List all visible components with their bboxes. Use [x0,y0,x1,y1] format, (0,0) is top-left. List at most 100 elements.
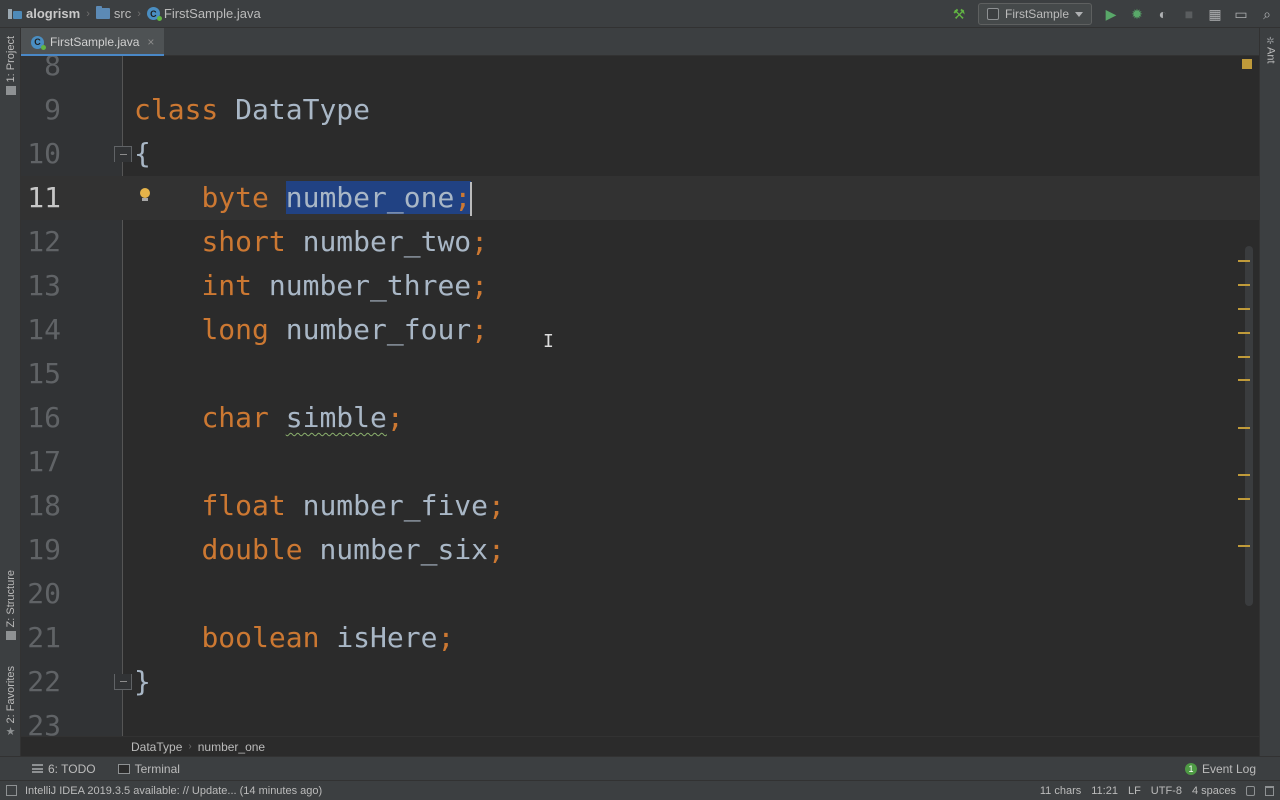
tool-tab-ant[interactable]: ✲ Ant [1260,36,1280,64]
error-stripe-marker[interactable] [1238,284,1250,286]
code-identifier: number_three [268,269,472,302]
code-keyword: short [201,225,286,258]
todo-button[interactable]: 6: TODO [32,762,96,776]
project-structure-icon[interactable]: ▦ [1202,1,1228,27]
tab-label: FirstSample.java [50,35,140,49]
editor-breadcrumb: DataType › number_one [21,736,1259,756]
vertical-scrollbar[interactable] [1245,246,1253,606]
terminal-icon [117,763,130,774]
code-line: 23 [21,704,1259,736]
folder-icon [95,6,110,19]
nav-separator-icon: › [86,7,90,20]
navigation-bar: alogrism › src › C FirstSample.java ⚒ Fi… [0,0,1280,28]
error-stripe-marker[interactable] [1238,474,1250,476]
error-stripe-marker[interactable] [1238,356,1250,358]
code-text: } [134,665,151,698]
tool-tab-structure-label: Z: Structure [4,570,17,628]
nav-separator-icon: › [137,7,141,20]
nav-crumb-project[interactable]: alogrism [8,6,80,21]
line-number: 14 [27,313,61,346]
code-semicolon: ; [488,489,505,522]
todo-label: 6: TODO [48,761,96,776]
event-log-icon: 1 [1184,762,1197,775]
code-identifier: isHere [336,621,438,654]
ant-icon: ✲ [1266,36,1275,47]
code-line: 18 float number_five; [21,484,1259,528]
error-stripe-marker[interactable] [1238,498,1250,500]
line-number: 21 [27,621,61,654]
code-text: class DataType [134,88,370,132]
run-icon[interactable]: ▶ [1098,1,1124,27]
breadcrumb-class[interactable]: DataType [131,740,182,754]
build-hammer-icon[interactable]: ⚒ [946,1,972,27]
fold-collapse-icon[interactable] [114,146,132,162]
code-line: 20 [21,572,1259,616]
nav-breadcrumbs: alogrism › src › C FirstSample.java [0,0,261,27]
nav-crumb-folder[interactable]: src [95,6,131,21]
code-text: { [134,137,151,170]
status-right: 11 chars 11:21 LF UTF-8 4 spaces [1040,785,1274,797]
error-stripe-marker[interactable] [1238,427,1250,429]
layout-icon[interactable]: ▭ [1228,1,1254,27]
run-configuration-label: FirstSample [1004,7,1069,21]
code-keyword: byte [201,181,269,214]
code-keyword: boolean [201,621,320,654]
code-semicolon: ; [471,269,489,302]
structure-icon [5,631,16,641]
project-folder-icon [5,86,16,96]
line-number: 20 [27,577,61,610]
tool-tab-project[interactable]: 1: Project [0,36,21,96]
java-class-icon: C [146,7,162,21]
text-caret [470,182,473,216]
tool-tab-project-label: 1: Project [4,36,17,83]
code-text: short number_two; [134,220,488,264]
breadcrumb-separator-icon: › [188,741,192,752]
error-stripe-marker[interactable] [1238,308,1250,310]
code-text: boolean isHere; [134,616,454,660]
coverage-icon[interactable]: ◐ [1150,1,1176,27]
status-indent[interactable]: 4 spaces [1192,785,1236,797]
code-identifier: number_one [285,181,455,214]
breadcrumb-member[interactable]: number_one [198,740,265,754]
stop-icon[interactable]: ■ [1176,1,1202,27]
event-log-button[interactable]: 1 Event Log [1184,762,1256,776]
code-editor[interactable]: 8 9 class DataType 10 { 11 byte number_o… [21,56,1259,736]
left-tool-strip: 1: Project Z: Structure 2: Favorites ★ [0,28,21,756]
toggle-tool-windows-icon[interactable] [6,785,17,796]
code-line: 9 class DataType [21,88,1259,132]
nav-crumb-file-label: FirstSample.java [163,6,261,21]
line-number: 17 [27,445,61,478]
tool-tab-favorites[interactable]: 2: Favorites ★ [0,666,21,738]
line-number: 10 [27,137,61,170]
search-icon[interactable]: ⌕ [1254,1,1280,27]
status-line-separator[interactable]: LF [1128,785,1141,797]
close-icon[interactable]: × [147,35,154,49]
status-caret-position[interactable]: 11:21 [1091,785,1118,797]
run-configuration-select[interactable]: FirstSample [977,3,1092,25]
lock-icon[interactable] [1246,785,1255,796]
memory-indicator-icon[interactable] [1265,785,1274,796]
code-line: 22 } [21,660,1259,704]
code-text: byte number_one; [134,176,473,220]
error-stripe-marker[interactable] [1238,545,1250,547]
line-number: 22 [27,665,61,698]
code-keyword: char [201,401,269,434]
tool-tab-structure[interactable]: Z: Structure [0,570,21,641]
status-encoding[interactable]: UTF-8 [1151,785,1182,797]
terminal-button[interactable]: Terminal [117,762,180,776]
fold-expand-icon[interactable] [114,674,132,690]
line-number: 19 [27,533,61,566]
error-stripe-marker[interactable] [1238,332,1250,334]
status-left: IntelliJ IDEA 2019.3.5 available: // Upd… [0,785,322,797]
debug-icon[interactable]: ✹ [1124,1,1150,27]
tab-firstsample-java[interactable]: C FirstSample.java × [21,28,165,57]
line-number: 23 [27,709,61,736]
inspection-warning-icon[interactable] [1242,59,1252,69]
error-stripe-marker[interactable] [1238,379,1250,381]
code-semicolon: ; [488,533,505,566]
status-message[interactable]: IntelliJ IDEA 2019.3.5 available: // Upd… [25,785,322,797]
error-stripe-marker[interactable] [1238,260,1250,262]
nav-crumb-file[interactable]: C FirstSample.java [146,6,261,21]
code-keyword: class [134,93,219,126]
code-identifier: number_two [302,225,472,258]
